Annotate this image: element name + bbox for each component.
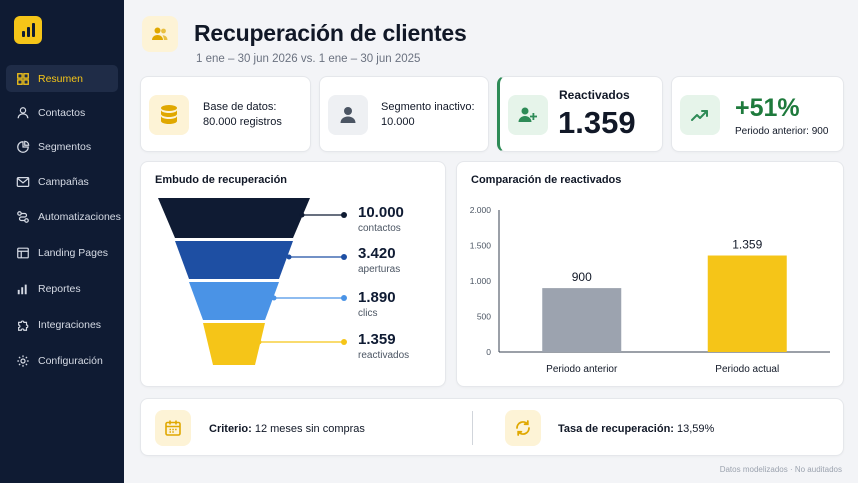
layout-icon <box>17 247 29 258</box>
y-tick-label: 1.500 <box>470 241 492 251</box>
app-logo[interactable] <box>14 16 42 44</box>
sidebar-item-resumen[interactable]: Resumen <box>6 65 118 92</box>
segment-value: 10.000 <box>381 116 415 128</box>
trending-up-icon <box>680 95 720 135</box>
y-tick-label: 500 <box>477 312 491 322</box>
sidebar-item-label: Integraciones <box>38 318 102 331</box>
sidebar-item-landing-pages[interactable]: Landing Pages <box>6 239 118 266</box>
funnel-label: contactos <box>358 223 401 234</box>
sidebar-item-reportes[interactable]: Reportes <box>6 275 118 302</box>
data-label: 1.359 <box>732 238 762 252</box>
date-range: 1 ene – 30 jun 2026 vs. 1 ene – 30 jun 2… <box>196 53 421 65</box>
growth-value: +51% <box>735 94 800 122</box>
funnel-connector-dot <box>299 212 305 218</box>
bar <box>542 288 622 352</box>
sidebar-item-contactos[interactable]: Contactos <box>6 99 118 126</box>
criterion-value: 12 meses sin compras <box>254 423 365 435</box>
pie-icon <box>17 140 30 153</box>
grid-icon <box>17 72 29 85</box>
sidebar-item-label: Resumen <box>38 72 83 85</box>
database-label: Base de datos: <box>203 101 277 113</box>
sidebar-item-campanas[interactable]: Campañas <box>6 168 118 195</box>
funnel-connector-dot <box>286 254 292 260</box>
sidebar-item-integraciones[interactable]: Integraciones <box>6 311 118 338</box>
growth-card: +51% Periodo anterior: 900 <box>671 76 844 152</box>
calendar-icon <box>155 410 191 446</box>
segment-label: Segmento inactivo: <box>381 101 475 113</box>
sidebar-item-label: Contactos <box>38 106 86 119</box>
user-icon <box>17 106 29 118</box>
puzzle-icon <box>18 320 29 331</box>
reactivated-label: Reactivados <box>559 88 630 102</box>
sidebar-item-configuracion[interactable]: Configuración <box>6 347 118 374</box>
x-tick-label: Periodo actual <box>715 364 779 375</box>
sidebar-item-label: Landing Pages <box>38 246 109 259</box>
database-icon <box>149 95 189 135</box>
sidebar-item-label: Configuración <box>38 354 103 367</box>
funnel-value: 1.890 <box>358 289 396 306</box>
summary-card: Criterio: 12 meses sin compras Tasa de r… <box>140 398 844 456</box>
funnel-connector-dot <box>341 295 347 301</box>
person-icon <box>328 95 368 135</box>
recovery-rate-value: 13,59% <box>677 423 715 435</box>
funnel-connector-dot <box>341 254 347 260</box>
funnel-stage-reactivados <box>203 323 265 365</box>
bar-chart-icon <box>17 284 27 294</box>
funnel-label: reactivados <box>358 350 410 361</box>
reactivated-value: 1.359 <box>558 105 636 140</box>
reactivated-card: Reactivados 1.359 <box>497 76 663 152</box>
funnel-label: aperturas <box>358 264 401 275</box>
gear-icon <box>17 354 29 367</box>
funnel-connector-dot <box>256 339 262 345</box>
funnel-label: clics <box>358 308 378 319</box>
database-card: Base de datos: 80.000 registros <box>140 76 311 152</box>
sidebar-item-label: Campañas <box>38 175 89 188</box>
data-label: 900 <box>572 270 592 284</box>
bar <box>707 255 787 352</box>
funnel-value: 1.359 <box>358 331 396 348</box>
funnel-stage-clics <box>189 282 279 320</box>
funnel-value: 3.420 <box>358 245 396 262</box>
y-tick-label: 1.000 <box>470 276 492 286</box>
comparison-card: Comparación de reactivados 0 500 1.000 1.50… <box>456 161 844 387</box>
funnel-connector-dot <box>341 212 347 218</box>
recovery-rate-text: Tasa de recuperación: 13,59% <box>558 423 714 435</box>
sidebar-item-automatizaciones[interactable]: Automatizaciones <box>6 203 121 230</box>
mail-icon <box>16 176 30 187</box>
sidebar: Resumen Contactos Segmentos Campañas Aut… <box>0 0 124 483</box>
funnel-connector-dot <box>271 295 277 301</box>
funnel-stage-aperturas <box>175 241 293 279</box>
recovery-rate-label: Tasa de recuperación: <box>558 423 674 435</box>
sidebar-item-label: Segmentos <box>38 140 92 153</box>
criterion-label: Criterio: <box>209 423 252 435</box>
user-plus-icon <box>508 95 548 135</box>
data-disclaimer: Datos modelizados · No auditados <box>719 465 842 474</box>
sidebar-item-label: Reportes <box>38 282 81 295</box>
users-icon <box>142 16 178 52</box>
funnel-value: 10.000 <box>358 204 404 221</box>
sidebar-item-label: Automatizaciones <box>38 210 121 223</box>
criterion-text: Criterio: 12 meses sin compras <box>209 423 365 435</box>
growth-note: Periodo anterior: 900 <box>735 126 829 137</box>
refresh-icon <box>505 410 541 446</box>
segment-card: Segmento inactivo: 10.000 <box>319 76 489 152</box>
bar-chart: 0 500 1.000 1.500 2.000 900 Periodo anterior 1.… <box>470 205 830 375</box>
flow-icon <box>17 210 29 223</box>
x-tick-label: Periodo anterior <box>546 364 618 375</box>
funnel-card: Embudo de recuperación 10.000 contactos … <box>140 161 446 387</box>
funnel-stage-contactos <box>158 198 310 238</box>
database-value: 80.000 registros <box>203 116 282 128</box>
page-title: Recuperación de clientes <box>194 20 467 46</box>
funnel-connector-dot <box>341 339 347 345</box>
sidebar-item-segmentos[interactable]: Segmentos <box>6 133 118 160</box>
y-tick-label: 2.000 <box>470 205 492 215</box>
y-tick-label: 0 <box>486 347 491 357</box>
divider <box>472 411 473 445</box>
